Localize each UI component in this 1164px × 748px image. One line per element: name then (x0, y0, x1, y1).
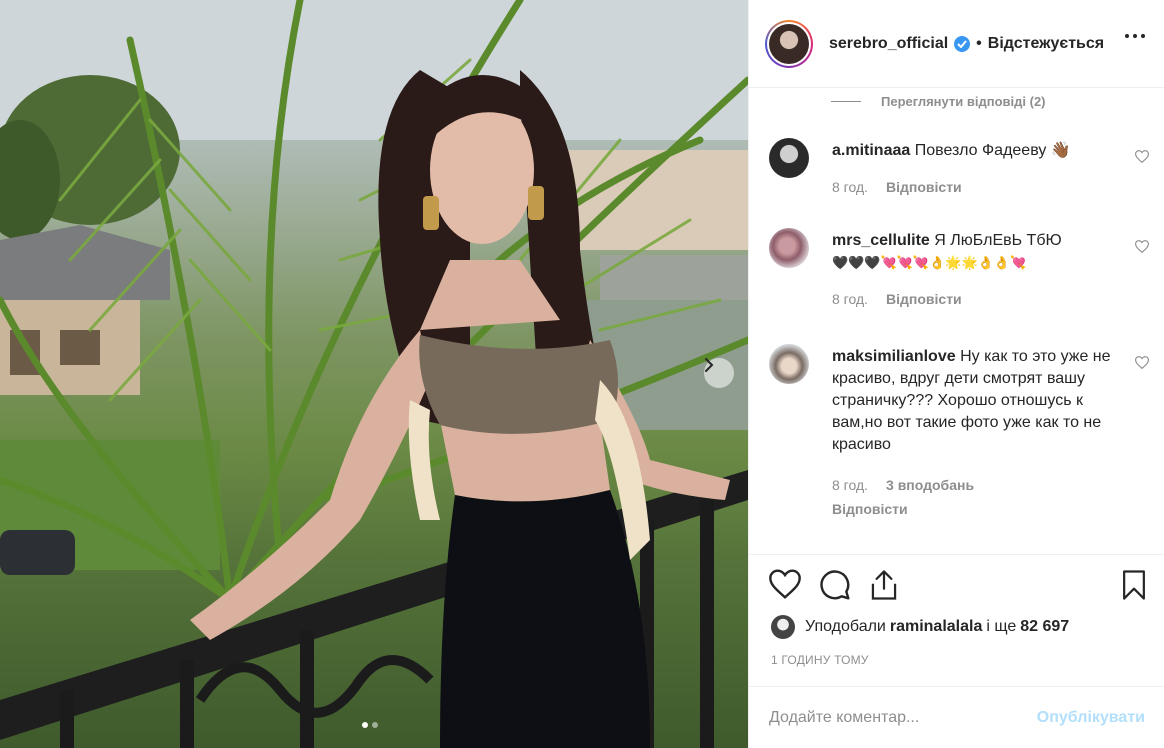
publish-button[interactable]: Опублікувати (1037, 709, 1145, 727)
comment-icon[interactable] (819, 569, 851, 601)
comment-like-heart-icon[interactable] (1135, 240, 1149, 253)
comment-avatar[interactable] (769, 138, 809, 178)
bookmark-icon[interactable] (1121, 569, 1147, 601)
reply-button[interactable]: Відповісти (886, 176, 962, 198)
liker-username[interactable]: raminalalala (890, 618, 983, 636)
author-username[interactable]: serebro_official (829, 35, 948, 53)
comment-item: maksimilianlove Ну как то это уже не кра… (769, 344, 1149, 544)
likes-summary: Уподобали raminalalala і ще 82 697 (771, 615, 1073, 639)
author-avatar[interactable] (765, 19, 813, 68)
comment-text: Я ЛюБлЕвЬ ТбЮ (934, 232, 1062, 249)
post-sidebar: serebro_official • Відстежується Перегля… (748, 0, 1164, 748)
comment-time[interactable]: 8 год. (832, 176, 868, 198)
follow-status-button[interactable]: Відстежується (988, 35, 1104, 53)
comment-input[interactable] (769, 708, 1037, 727)
comment-like-heart-icon[interactable] (1135, 150, 1149, 163)
comment-avatar[interactable] (769, 344, 809, 384)
comment-text: Повезло Фадееву 👋🏾 (914, 142, 1071, 159)
carousel-dot-active (362, 722, 368, 728)
more-options-icon[interactable] (1125, 34, 1145, 38)
view-replies-label: Переглянути відповіді (2) (881, 94, 1046, 109)
carousel-dot (372, 722, 378, 728)
add-comment-bar: Опублікувати (749, 686, 1164, 748)
view-replies-button[interactable]: Переглянути відповіді (2) (831, 94, 1046, 109)
likes-prefix: Уподобали (805, 618, 886, 635)
comment-likes-count[interactable]: 3 вподобань (886, 474, 974, 496)
verified-badge-icon (954, 35, 971, 52)
comments-list: Переглянути відповіді (2) a.mitinaaa Пов… (749, 88, 1164, 554)
chevron-right-icon (705, 358, 714, 372)
comment-emoji-line: 🖤🖤🖤💘💘💘👌🌟🌟👌👌💘 (832, 255, 1027, 270)
likes-connector: і ще (986, 618, 1017, 635)
header-separator: • (976, 34, 982, 52)
likes-count[interactable]: 82 697 (1020, 618, 1069, 636)
post-timestamp[interactable]: 1 ГОДИНУ ТОМУ (771, 653, 869, 667)
share-icon[interactable] (869, 569, 899, 601)
post-photo[interactable] (0, 0, 748, 748)
carousel-indicator (362, 722, 378, 728)
carousel-next-button[interactable] (704, 358, 734, 388)
comment-username[interactable]: a.mitinaaa (832, 142, 910, 159)
comment-username[interactable]: mrs_cellulite (832, 232, 930, 249)
comment-item: a.mitinaaa Повезло Фадееву 👋🏾 8 год. Від… (769, 138, 1149, 218)
comment-avatar[interactable] (769, 228, 809, 268)
post-header: serebro_official • Відстежується (749, 0, 1164, 88)
post-photo-illustration (0, 0, 748, 748)
comment-time[interactable]: 8 год. (832, 288, 868, 310)
reply-button[interactable]: Відповісти (886, 288, 962, 310)
comment-time[interactable]: 8 год. (832, 474, 868, 496)
comment-like-heart-icon[interactable] (1135, 356, 1149, 369)
replies-line (831, 101, 861, 102)
comment-item: mrs_cellulite Я ЛюБлЕвЬ ТбЮ 🖤🖤🖤💘💘💘👌🌟🌟👌👌💘… (769, 228, 1149, 323)
heart-icon[interactable] (769, 569, 801, 599)
liker-avatar[interactable] (771, 615, 795, 639)
reply-button[interactable]: Відповісти (832, 498, 908, 520)
post-actions: Уподобали raminalalala і ще 82 697 1 ГОД… (749, 554, 1164, 694)
comment-username[interactable]: maksimilianlove (832, 348, 956, 365)
